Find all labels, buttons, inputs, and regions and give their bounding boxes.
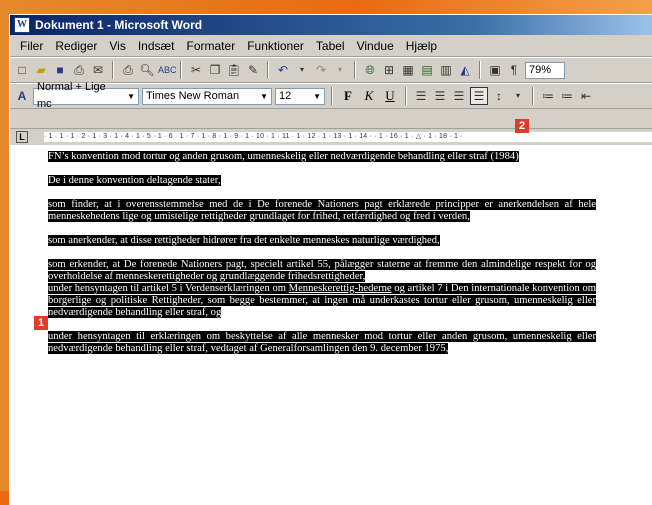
decrease-indent-icon[interactable]: ⇤ <box>578 88 594 104</box>
show-hide-icon[interactable]: ¶ <box>506 62 522 78</box>
hyperlink-icon[interactable]: 🌐︎ <box>362 62 378 78</box>
line-spacing-dropdown-icon[interactable]: ▾ <box>510 88 526 104</box>
undo-dropdown-icon[interactable]: ▾ <box>294 62 310 78</box>
word-app-icon: W <box>14 17 30 33</box>
font-size-combo[interactable]: 12 ▼ <box>275 87 325 105</box>
menu-vis[interactable]: Vis <box>103 39 131 53</box>
paragraph-title: FN’s konvention mod tortur og anden grus… <box>48 151 519 162</box>
paragraph-7: under hensyntagen til erklæringen om bes… <box>48 331 596 354</box>
menu-hjaelp[interactable]: Hjælp <box>400 39 443 53</box>
callout-badge-2: 2 <box>515 119 529 133</box>
toolbar-separator <box>267 61 269 79</box>
bullets-icon[interactable]: ≔ <box>559 88 575 104</box>
align-right-icon[interactable]: ☰ <box>451 88 467 104</box>
email-icon[interactable]: ✉ <box>90 62 106 78</box>
font-size-value: 12 <box>279 89 292 102</box>
redo-dropdown-icon[interactable]: ▾ <box>332 62 348 78</box>
ruler-scale: · 1 · 1 · 1 · 2 · 1 · 3 · 1 · 4 · 1 · 5 … <box>44 132 652 142</box>
copy-icon[interactable]: ❐ <box>207 62 223 78</box>
align-left-icon[interactable]: ☰ <box>413 88 429 104</box>
menu-funktioner[interactable]: Funktioner <box>241 39 310 53</box>
toolbar-separator <box>479 61 481 79</box>
paragraph-6-start: under hensyntagen til artikel 5 i Verden… <box>48 283 289 294</box>
print-preview-icon[interactable]: 🔍︎ <box>139 62 155 78</box>
paragraph-5: som erkender, at De forenede Nationers p… <box>48 259 596 282</box>
drawing-icon[interactable]: ◭ <box>457 62 473 78</box>
document-map-icon[interactable]: ▣ <box>487 62 503 78</box>
insert-table-icon[interactable]: ▦ <box>400 62 416 78</box>
menu-filer[interactable]: Filer <box>14 39 49 53</box>
cut-icon[interactable]: ✂ <box>188 62 204 78</box>
insert-excel-icon[interactable]: ▤ <box>419 62 435 78</box>
paragraph-3: som finder, at i overensstemmelse med de… <box>48 199 596 222</box>
bold-button[interactable]: F <box>339 88 357 104</box>
title-bar[interactable]: W Dokument 1 - Microsoft Word <box>10 15 652 35</box>
document-area[interactable]: FN’s konvention mod tortur og anden grus… <box>10 145 652 505</box>
formatting-toolbar: A Normal + Lige mc ▼ Times New Roman ▼ 1… <box>10 81 652 110</box>
toolbar-separator <box>532 87 534 105</box>
align-center-icon[interactable]: ☰ <box>432 88 448 104</box>
zoom-combo[interactable]: 79% <box>525 61 565 79</box>
style-combo[interactable]: Normal + Lige mc ▼ <box>33 81 139 110</box>
menu-tabel[interactable]: Tabel <box>310 39 351 53</box>
chevron-down-icon: ▼ <box>127 91 135 101</box>
font-value: Times New Roman <box>146 89 240 102</box>
numbering-icon[interactable]: ≔ <box>540 88 556 104</box>
new-document-icon[interactable]: □ <box>14 62 30 78</box>
toolbar-separator <box>331 87 333 105</box>
word-window: W Dokument 1 - Microsoft Word Filer Redi… <box>9 14 652 505</box>
toolbar-separator <box>354 61 356 79</box>
paragraph-2: De i denne konvention deltagende stater, <box>48 175 221 186</box>
underline-button[interactable]: U <box>381 88 399 104</box>
menu-formater[interactable]: Formater <box>181 39 242 53</box>
window-title: Dokument 1 - Microsoft Word <box>35 18 203 32</box>
font-combo[interactable]: Times New Roman ▼ <box>142 87 272 105</box>
undo-icon[interactable]: ↶ <box>275 62 291 78</box>
print-icon[interactable]: ⎙ <box>120 62 136 78</box>
menu-bar: Filer Rediger Vis Indsæt Formater Funkti… <box>10 35 652 57</box>
spelling-icon[interactable]: ABC <box>158 62 177 78</box>
paste-icon[interactable]: 📋︎ <box>226 62 242 78</box>
toolbar-separator <box>112 61 114 79</box>
toolbar-separator <box>405 87 407 105</box>
styles-formatting-icon[interactable]: A <box>14 88 30 104</box>
toolbar-separator <box>180 61 182 79</box>
paragraph-6-link: Menneskerettig-hederne <box>288 283 392 294</box>
zoom-value: 79% <box>529 63 552 76</box>
tab-selector-icon[interactable]: L <box>16 131 28 143</box>
menu-indsaet[interactable]: Indsæt <box>132 39 181 53</box>
paragraph-4: som anerkender, at disse rettigheder hid… <box>48 235 440 246</box>
menu-rediger[interactable]: Rediger <box>49 39 103 53</box>
chevron-down-icon: ▼ <box>313 91 321 101</box>
open-folder-icon[interactable]: ▰ <box>33 62 49 78</box>
document-content[interactable]: FN’s konvention mod tortur og anden grus… <box>48 151 596 367</box>
chevron-down-icon: ▼ <box>260 91 268 101</box>
line-spacing-icon[interactable]: ↕ <box>491 88 507 104</box>
justify-icon[interactable]: ☰ <box>470 87 488 105</box>
horizontal-ruler[interactable]: L · 1 · 1 · 1 · 2 · 1 · 3 · 1 · 4 · 1 · … <box>10 128 652 146</box>
italic-button[interactable]: K <box>360 88 378 104</box>
style-value: Normal + Lige mc <box>37 81 106 110</box>
format-painter-icon[interactable]: ✎ <box>245 62 261 78</box>
menu-vindue[interactable]: Vindue <box>351 39 400 53</box>
columns-icon[interactable]: ▥ <box>438 62 454 78</box>
permission-icon[interactable]: ⎙ <box>71 62 87 78</box>
tables-borders-icon[interactable]: ⊞ <box>381 62 397 78</box>
save-icon[interactable]: ■ <box>52 62 68 78</box>
callout-badge-1: 1 <box>34 316 48 330</box>
redo-icon[interactable]: ↷ <box>313 62 329 78</box>
